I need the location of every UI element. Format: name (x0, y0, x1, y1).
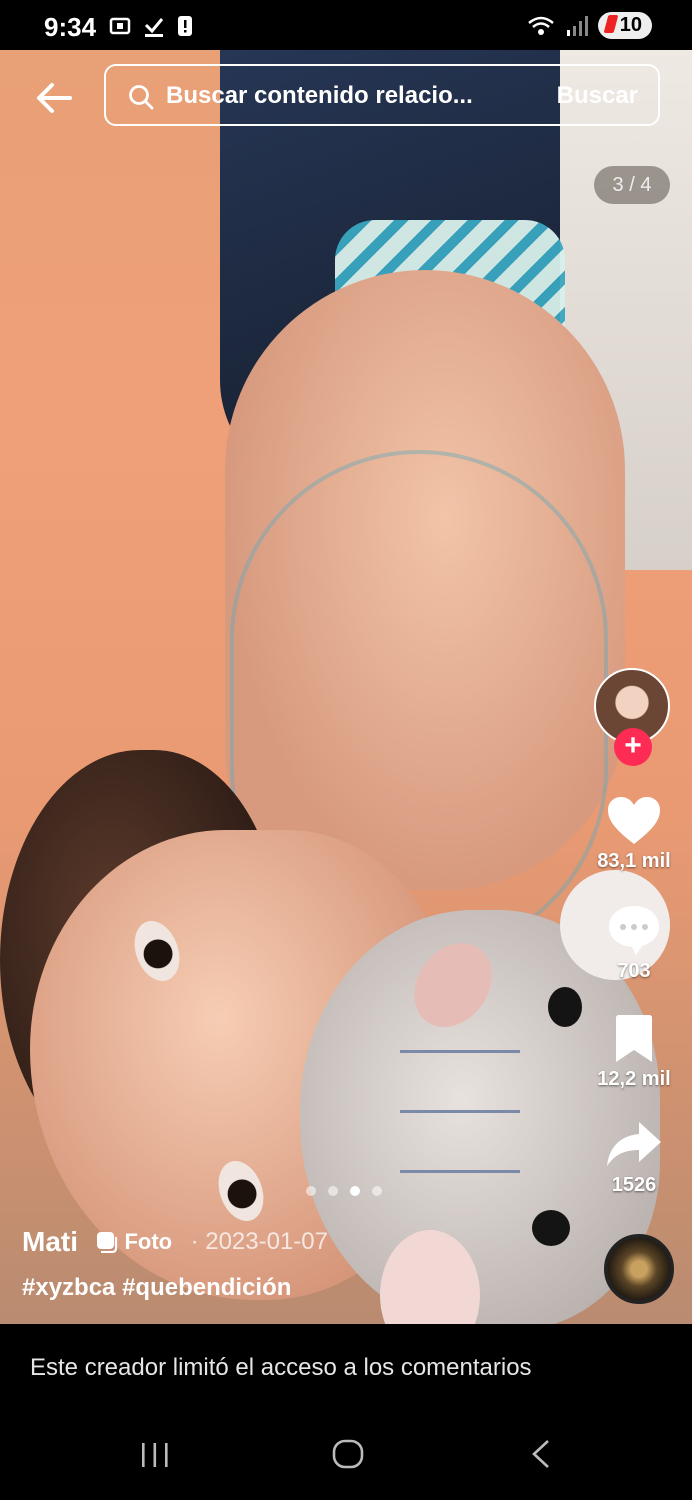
like-count: 83,1 mil (597, 850, 671, 872)
battery-charging-icon (603, 15, 619, 33)
carousel-dot (306, 1186, 316, 1196)
comment-count: 703 (617, 960, 651, 982)
photo-mode-icon (97, 1232, 118, 1253)
carousel-dot-active (350, 1186, 360, 1196)
carousel-dot (372, 1186, 382, 1196)
carousel-dot (328, 1186, 338, 1196)
back-arrow-icon[interactable] (34, 78, 74, 118)
signal-icon (566, 15, 588, 36)
photo-plush-stitch (400, 1170, 520, 1173)
download-done-icon (144, 18, 164, 37)
status-time: 9:34 (44, 12, 97, 42)
post-type-badge: Foto (96, 1229, 172, 1255)
save-button[interactable]: 12,2 mil (584, 1014, 684, 1091)
status-bar: 9:34 10 (0, 0, 692, 50)
share-icon (607, 1122, 661, 1166)
comment-icon (609, 906, 659, 955)
plus-icon: + (624, 729, 642, 762)
share-count: 1526 (611, 1174, 657, 1196)
photo-plush-stitch (400, 1110, 520, 1113)
alert-icon (178, 16, 192, 36)
battery-indicator: 10 (597, 12, 652, 39)
comments-notice-bar: Este creador limitó el acceso a los come… (0, 1324, 692, 1416)
photo-plush-stitch (400, 1050, 520, 1053)
share-button[interactable]: 1526 (584, 1120, 684, 1197)
home-icon[interactable] (332, 1438, 364, 1470)
photo-plush-eye (548, 987, 582, 1027)
bookmark-icon (616, 1015, 652, 1062)
post-caption: Mati Foto · 2023-01-07 #xyzbca #quebendi… (22, 1226, 328, 1302)
nav-back-icon[interactable] (528, 1438, 556, 1470)
follow-button[interactable]: + (614, 728, 652, 766)
comment-button[interactable]: 703 (584, 904, 684, 983)
post-hashtags[interactable]: #xyzbca #quebendición (22, 1274, 328, 1302)
screenshot-icon (109, 17, 131, 35)
photo-plush-eye (532, 1210, 570, 1246)
status-icons-left (108, 14, 194, 38)
wifi-icon (527, 16, 554, 35)
recent-apps-icon[interactable] (140, 1440, 170, 1470)
author-name[interactable]: Mati (22, 1226, 78, 1258)
search-button[interactable]: Buscar (557, 82, 638, 110)
status-icons-right: 10 (526, 12, 652, 39)
post-type-label: Foto (124, 1229, 173, 1254)
battery-level: 10 (619, 14, 642, 36)
photo-counter: 3 / 4 (594, 166, 670, 204)
top-bar: Buscar contenido relacio... Buscar (0, 62, 692, 132)
heart-icon (608, 797, 660, 844)
like-button[interactable]: 83,1 mil (584, 796, 684, 873)
save-count: 12,2 mil (597, 1068, 671, 1090)
system-nav-bar (0, 1416, 692, 1500)
music-disc[interactable] (604, 1234, 674, 1304)
comments-restricted-notice: Este creador limitó el acceso a los come… (30, 1354, 532, 1381)
search-icon (129, 85, 154, 110)
carousel-dots (306, 1186, 382, 1196)
search-input[interactable]: Buscar contenido relacio... (166, 82, 506, 110)
search-bar[interactable]: Buscar contenido relacio... Buscar (104, 64, 660, 126)
post-date: · 2023-01-07 (190, 1228, 328, 1255)
